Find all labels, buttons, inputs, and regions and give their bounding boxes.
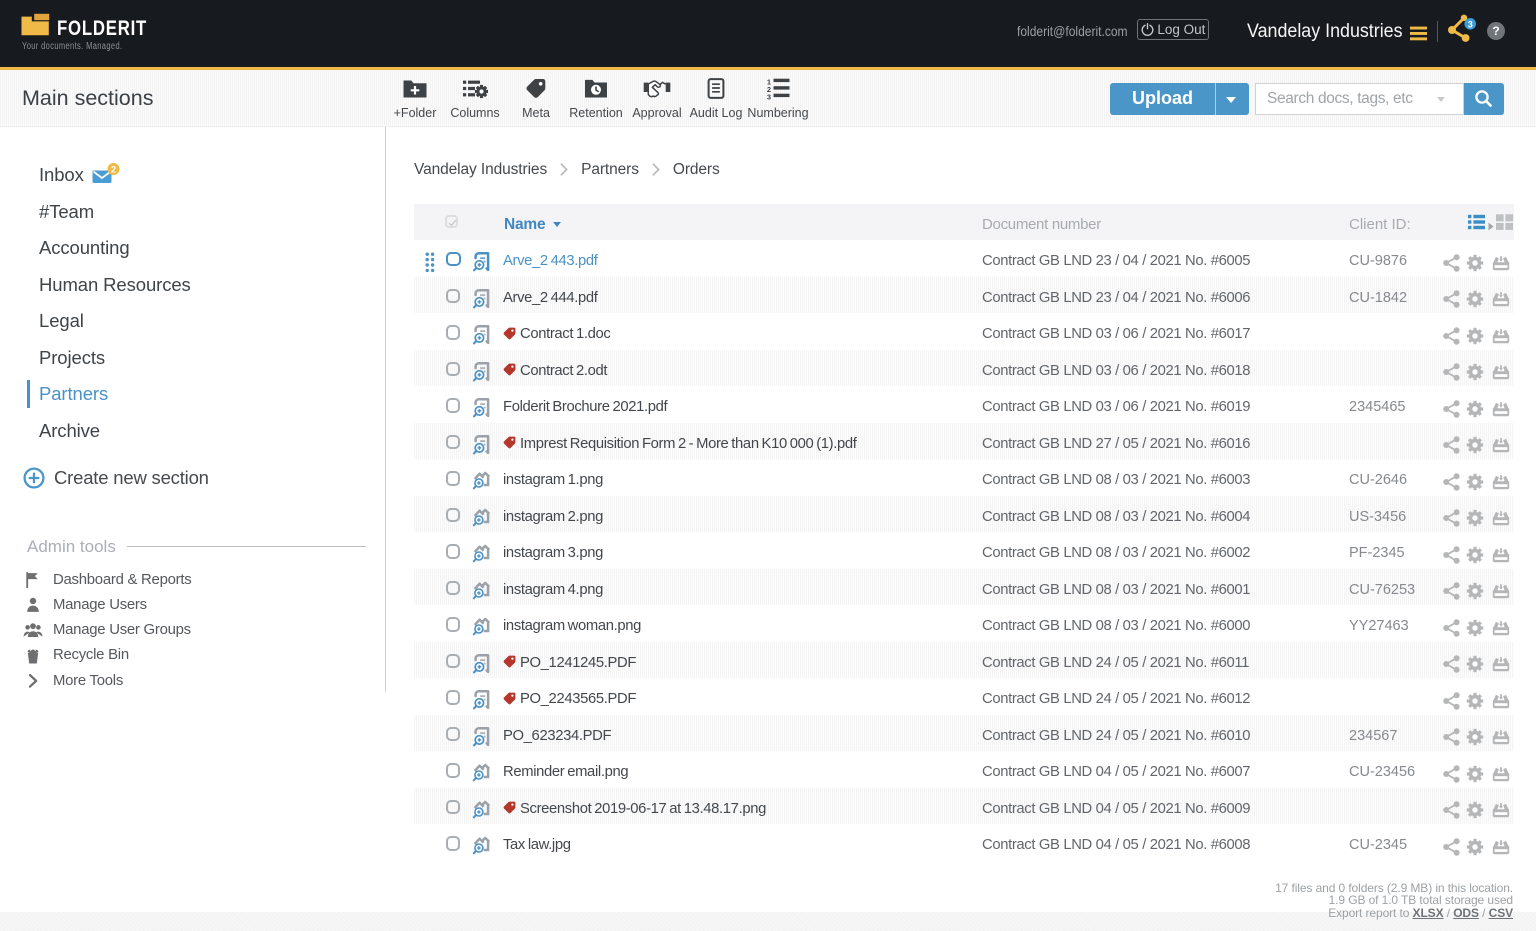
svg-text:3: 3 (767, 93, 771, 100)
svg-text:2: 2 (111, 165, 116, 176)
svg-text:3: 3 (1468, 19, 1473, 29)
